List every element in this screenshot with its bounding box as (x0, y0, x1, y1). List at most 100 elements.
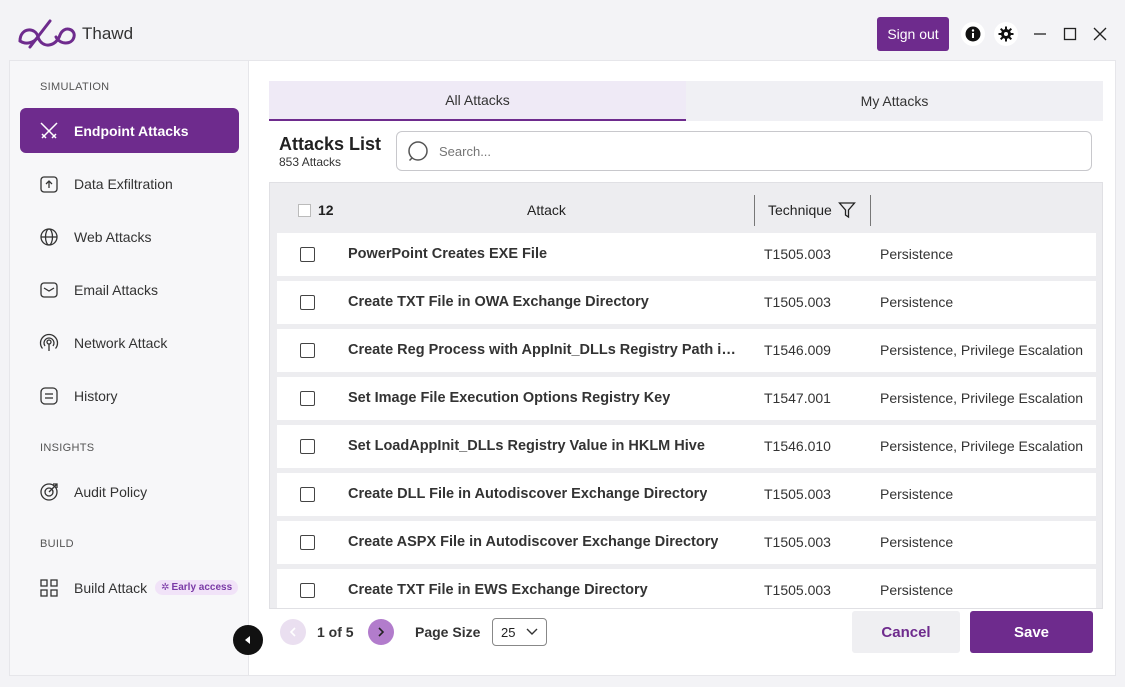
swords-icon (38, 120, 60, 142)
column-header-technique[interactable]: Technique (768, 202, 832, 218)
settings-button[interactable] (994, 22, 1018, 46)
table-row[interactable]: Create DLL File in Autodiscover Exchange… (277, 473, 1096, 516)
attack-name: Create TXT File in OWA Exchange Director… (348, 294, 649, 310)
attack-tabs: All Attacks My Attacks (269, 81, 1103, 121)
sidebar-item-network-attack[interactable]: Network Attack (20, 320, 239, 365)
maximize-button[interactable] (1061, 25, 1079, 43)
filter-icon[interactable] (838, 201, 856, 219)
section-label-insights: INSIGHTS (40, 442, 95, 454)
minimize-button[interactable] (1031, 25, 1049, 43)
thawd-logo (18, 19, 76, 49)
info-icon (965, 26, 981, 42)
target-icon (38, 481, 60, 503)
attack-name: Create Reg Process with AppInit_DLLs Reg… (348, 342, 738, 358)
sidebar: SIMULATION Endpoint Attacks Data Exfiltr… (9, 60, 249, 676)
tactic: Persistence, Privilege Escalation (880, 390, 1084, 406)
page-size-value: 25 (501, 624, 516, 640)
tactic: Persistence (880, 246, 954, 262)
sidebar-item-history[interactable]: History (20, 373, 239, 418)
tab-all-attacks[interactable]: All Attacks (269, 81, 686, 121)
table-header: 12 Attack Technique (270, 183, 1102, 233)
column-divider (754, 195, 755, 226)
sign-out-button[interactable]: Sign out (877, 17, 949, 51)
table-row[interactable]: Create Reg Process with AppInit_DLLs Reg… (277, 329, 1096, 372)
tactic: Persistence (880, 582, 954, 598)
page-size-select[interactable]: 25 (492, 618, 547, 646)
tactic: Persistence (880, 534, 954, 550)
sidebar-item-label: Web Attacks (74, 228, 152, 245)
sidebar-item-label: Email Attacks (74, 281, 159, 298)
table-row[interactable]: Create ASPX File in Autodiscover Exchang… (277, 521, 1096, 564)
page-size-label: Page Size (415, 624, 481, 640)
search-box[interactable] (396, 131, 1092, 171)
sidebar-item-web-attacks[interactable]: Web Attacks (20, 214, 239, 259)
grid-icon (38, 577, 60, 599)
tactic: Persistence, Privilege Escalation (880, 342, 1084, 358)
technique-id: T1547.001 (764, 390, 831, 406)
row-checkbox[interactable] (300, 487, 315, 502)
gear-icon (998, 26, 1014, 42)
previous-page-button[interactable] (280, 619, 306, 645)
maximize-icon (1063, 27, 1077, 41)
attacks-table: 12 Attack Technique PowerPoint Creates E… (269, 182, 1103, 609)
sidebar-item-label: Build Attack (74, 579, 148, 596)
column-header-attack[interactable]: Attack (527, 202, 566, 218)
technique-id: T1546.010 (764, 438, 831, 454)
broadcast-icon (38, 332, 60, 354)
attack-count: 853 Attacks (279, 155, 342, 169)
row-checkbox[interactable] (300, 391, 315, 406)
chevron-down-icon (526, 628, 538, 635)
app-name: Thawd (82, 24, 134, 43)
row-checkbox[interactable] (300, 583, 315, 598)
collapse-sidebar-button[interactable] (233, 625, 263, 655)
row-checkbox[interactable] (300, 535, 315, 550)
chevron-right-icon (378, 627, 385, 637)
select-all-checkbox[interactable] (298, 204, 311, 217)
technique-id: T1546.009 (764, 342, 831, 358)
info-button[interactable] (961, 22, 985, 46)
sidebar-item-audit-policy[interactable]: Audit Policy (20, 469, 239, 514)
row-checkbox[interactable] (300, 343, 315, 358)
attack-name: PowerPoint Creates EXE File (348, 246, 548, 262)
next-page-button[interactable] (368, 619, 394, 645)
chevron-left-icon (289, 627, 296, 637)
selected-count: 12 (318, 202, 334, 218)
sidebar-item-label: Data Exfiltration (74, 175, 173, 192)
attack-name: Set Image File Execution Options Registr… (348, 390, 671, 406)
save-button[interactable]: Save (970, 611, 1093, 653)
tab-my-attacks[interactable]: My Attacks (686, 81, 1103, 121)
chevron-left-icon (245, 636, 250, 644)
tactic: Persistence (880, 294, 954, 310)
row-checkbox[interactable] (300, 247, 315, 262)
sidebar-item-endpoint-attacks[interactable]: Endpoint Attacks (20, 108, 239, 153)
row-checkbox[interactable] (300, 295, 315, 310)
close-button[interactable] (1091, 25, 1109, 43)
table-row[interactable]: Set Image File Execution Options Registr… (277, 377, 1096, 420)
early-access-badge: ✲ Early access (155, 580, 239, 595)
row-checkbox[interactable] (300, 439, 315, 454)
sidebar-item-label: History (74, 387, 118, 404)
technique-id: T1505.003 (764, 294, 831, 310)
technique-id: T1505.003 (764, 486, 831, 502)
section-label-simulation: SIMULATION (40, 81, 110, 93)
cancel-button[interactable]: Cancel (852, 611, 960, 653)
table-row[interactable]: Create TXT File in OWA Exchange Director… (277, 281, 1096, 324)
attack-name: Create DLL File in Autodiscover Exchange… (348, 486, 708, 502)
technique-id: T1505.003 (764, 534, 831, 550)
sidebar-item-label: Endpoint Attacks (74, 122, 189, 139)
title-bar: Thawd Sign out (0, 0, 1125, 60)
table-row[interactable]: Create TXT File in EWS Exchange Director… (277, 569, 1096, 608)
table-row[interactable]: PowerPoint Creates EXE File T1505.003 Pe… (277, 233, 1096, 276)
sidebar-item-data-exfiltration[interactable]: Data Exfiltration (20, 161, 239, 206)
sidebar-item-build-attack[interactable]: Build Attack ✲ Early access (20, 565, 239, 610)
technique-id: T1505.003 (764, 246, 831, 262)
search-input[interactable] (439, 143, 1039, 159)
table-row[interactable]: Set LoadAppInit_DLLs Registry Value in H… (277, 425, 1096, 468)
sidebar-item-email-attacks[interactable]: Email Attacks (20, 267, 239, 312)
attack-name: Set LoadAppInit_DLLs Registry Value in H… (348, 438, 705, 454)
sidebar-item-label: Network Attack (74, 334, 168, 351)
page-indicator: 1 of 5 (317, 624, 354, 640)
column-divider (870, 195, 871, 226)
search-icon (408, 141, 428, 162)
tactic: Persistence (880, 486, 954, 502)
